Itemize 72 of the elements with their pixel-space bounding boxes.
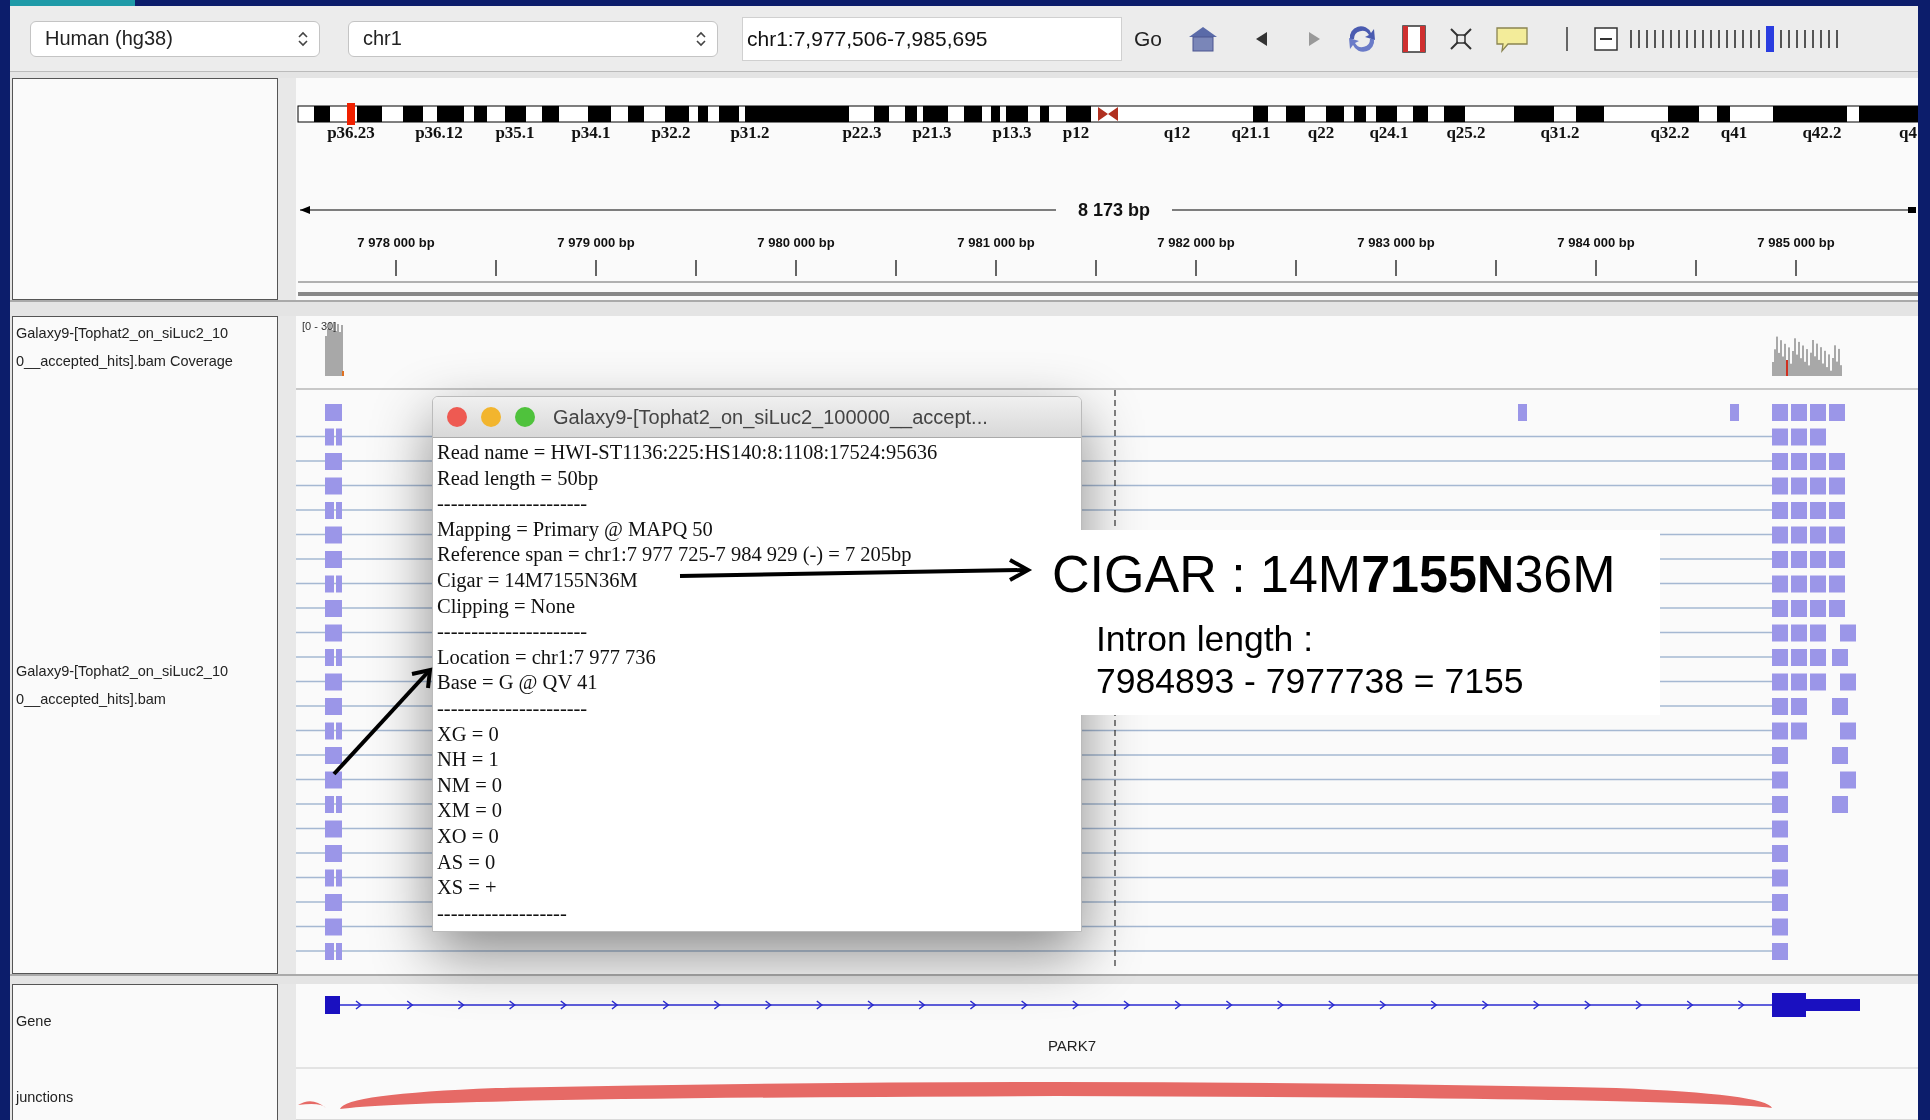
- genome-dropdown[interactable]: Human (hg38): [30, 20, 320, 57]
- popup-line: XG = 0: [437, 721, 499, 747]
- popup-line: Mapping = Primary @ MAPQ 50: [437, 516, 713, 543]
- ruler-label: 7 982 000 bp: [1157, 235, 1235, 250]
- popup-line: ----------------------: [437, 695, 588, 721]
- band-label: q42.2: [1802, 123, 1842, 142]
- resize-icon[interactable]: [1448, 25, 1474, 52]
- go-button[interactable]: Go: [1130, 22, 1166, 55]
- band-label: q12: [1163, 123, 1191, 142]
- band-label: p22.3: [842, 123, 882, 142]
- range-label: [0 - 30]: [302, 320, 337, 332]
- band-label: q25.2: [1446, 123, 1486, 142]
- band-label: p36.23: [327, 123, 375, 142]
- chevron-icon: [297, 29, 309, 48]
- ruler-label: 7 985 000 bp: [1757, 235, 1835, 250]
- band-label: q4: [1899, 123, 1917, 142]
- chromosome-dropdown[interactable]: chr1: [348, 20, 718, 57]
- zoom-out-icon[interactable]: [1594, 26, 1618, 51]
- band-label: q24.1: [1369, 123, 1409, 142]
- band-label: q41: [1720, 123, 1748, 142]
- band-label: q22: [1307, 123, 1335, 142]
- band-label: p12: [1062, 123, 1090, 142]
- close-button[interactable]: [447, 407, 467, 427]
- popup-line: AS = 0: [437, 849, 496, 875]
- popup-line: XS = +: [437, 875, 497, 901]
- track-name[interactable]: junctions: [13, 1083, 277, 1111]
- ruler-label: 7 979 000 bp: [557, 235, 635, 250]
- popup-line: NH = 1: [437, 747, 499, 773]
- span-label: 8 173 bp: [1078, 200, 1150, 220]
- band-label: q32.2: [1650, 123, 1690, 142]
- popup-line: XO = 0: [437, 823, 499, 849]
- band-label: p34.1: [571, 123, 611, 142]
- annotation-caption: Intron length : 7984893 - 7977738 = 7155: [1096, 618, 1525, 702]
- popup-line: Read length = 50bp: [437, 465, 599, 492]
- ruler-label: 7 983 000 bp: [1357, 235, 1435, 250]
- chromosome-ideogram[interactable]: [297, 103, 1918, 125]
- band-label: p21.3: [912, 123, 952, 142]
- popup-line: Read name = HWI-ST1136:225:HS140:8:1108:17524:95636: [437, 440, 938, 465]
- ruler-label: 7 978 000 bp: [357, 235, 435, 250]
- locus-field[interactable]: chr1:7,977,506-7,985,695: [742, 16, 1122, 61]
- junction-arc[interactable]: [298, 1082, 1772, 1109]
- band-label: p36.12: [415, 123, 463, 142]
- zoom-thumb[interactable]: [1766, 25, 1774, 52]
- track-name[interactable]: Galaxy9-[Tophat2_on_siLuc2_10 0__accepted_hits].bam Coverage: [13, 319, 277, 375]
- ruler-label: 7 984 000 bp: [1557, 235, 1635, 250]
- gene-model[interactable]: [324, 993, 1860, 1017]
- popup-line: Cigar = 14M7155N36M: [437, 567, 638, 594]
- band-label: q21.1: [1231, 123, 1271, 142]
- track-name[interactable]: Gene: [13, 1007, 277, 1035]
- band-label: q31.2: [1540, 123, 1580, 142]
- band-label: p13.3: [992, 123, 1032, 142]
- popup-line: Base = G @ QV 41: [437, 670, 598, 696]
- popup-line: Location = chr1:7 977 736: [437, 644, 656, 670]
- popup-line: -------------------: [437, 900, 567, 926]
- gene-label: PARK7: [1047, 1037, 1097, 1054]
- annotation-headline: CIGAR : 14M7155N36M: [1052, 544, 1617, 604]
- popup-line: XM = 0: [437, 798, 503, 824]
- chevron-icon: [695, 29, 707, 48]
- ruler-label: 7 980 000 bp: [757, 235, 835, 250]
- track-name[interactable]: Galaxy9-[Tophat2_on_siLuc2_10 0__accepted_hits].bam: [13, 657, 277, 713]
- band-label: p35.1: [495, 123, 535, 142]
- popup-line: Clipping = None: [437, 593, 575, 620]
- popup-line: ----------------------: [437, 619, 588, 645]
- ruler-label: 7 981 000 bp: [957, 235, 1035, 250]
- popup-line: ----------------------: [437, 491, 588, 517]
- popup-line: Reference span = chr1:7 977 725-7 984 929 (-) = 7 205bp: [437, 542, 912, 568]
- popup-line: NM = 0: [437, 772, 503, 798]
- zoom-slider[interactable]: [1630, 25, 1838, 52]
- popup-title: Galaxy9-[Tophat2_on_siLuc2_100000__accept...: [553, 405, 988, 429]
- band-label: p31.2: [730, 123, 770, 142]
- band-label: p32.2: [651, 123, 691, 142]
- region-icon[interactable]: [1400, 23, 1428, 54]
